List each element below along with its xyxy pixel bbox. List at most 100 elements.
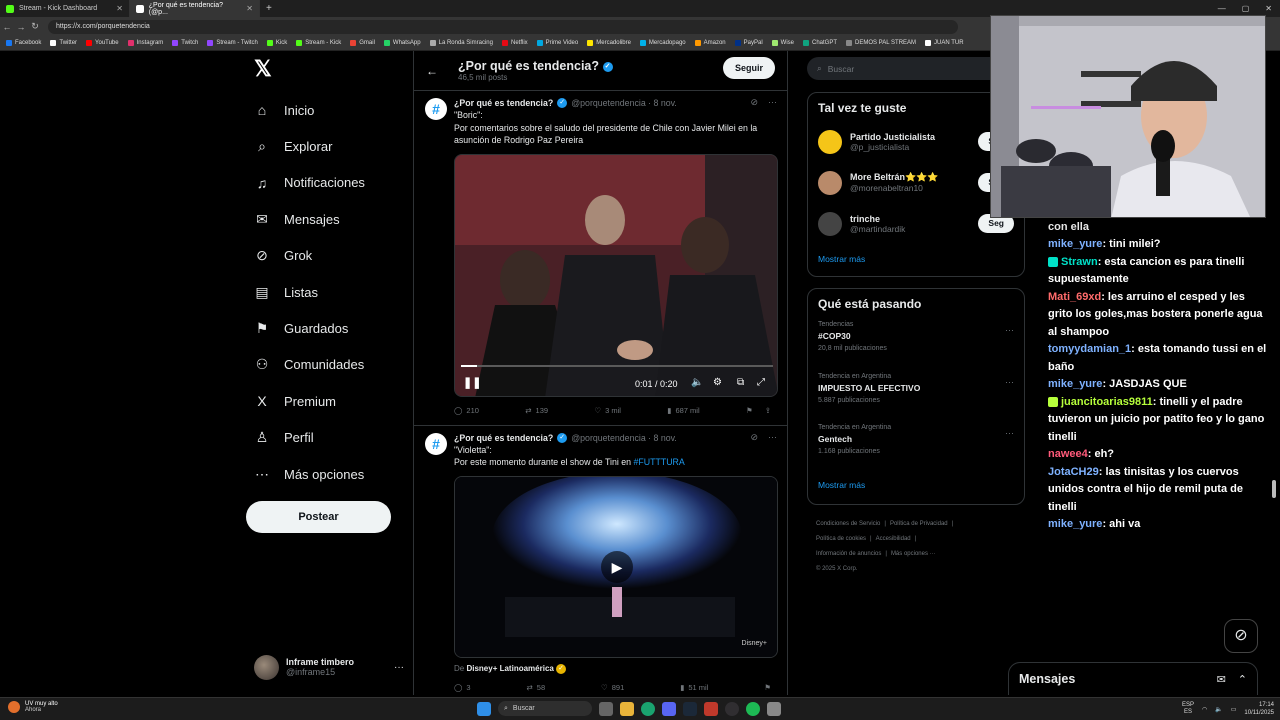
nav-item-listas[interactable]: ▤ Listas	[246, 274, 411, 310]
url-input[interactable]: https://x.com/porquetendencia	[48, 19, 958, 34]
nav-item-explorar[interactable]: ⌕ Explorar	[246, 128, 411, 164]
more-icon[interactable]: ···	[1005, 428, 1014, 438]
footer-link[interactable]: © 2025 X Corp.	[816, 566, 857, 572]
play-button[interactable]: ▶	[601, 550, 633, 583]
nav-item-comunidades[interactable]: ⚇ Comunidades	[246, 347, 411, 383]
chat-username[interactable]: mike_yure	[1048, 238, 1102, 250]
bookmark-item[interactable]: Netflix	[501, 40, 528, 46]
like-button[interactable]: ♡ 3 mil	[594, 406, 621, 415]
search-input[interactable]: ⌕ Buscar	[807, 57, 1007, 80]
task-view-icon[interactable]	[599, 701, 613, 716]
spotify-icon[interactable]	[746, 701, 760, 716]
hashtag-link[interactable]: #FUTTTURA	[633, 457, 684, 467]
bookmark-item[interactable]: Amazon	[694, 40, 726, 46]
fullscreen-icon[interactable]: ⤢	[757, 377, 765, 388]
app-icon[interactable]	[767, 701, 781, 716]
bookmark-tweet-button[interactable]: ⚑ ⇪	[746, 406, 771, 415]
trend-item[interactable]: Tendencia en Argentina Gentech 1.168 publi…	[808, 420, 1024, 472]
battery-icon[interactable]: ▭	[1231, 706, 1237, 713]
views-button[interactable]: ▮ 687 mil	[667, 406, 699, 415]
new-message-icon[interactable]: ✉	[1217, 673, 1226, 686]
more-icon[interactable]: ···	[1005, 325, 1014, 335]
tweet-handle[interactable]: @porquetendencia · 8 nov.	[571, 98, 677, 108]
obs-icon[interactable]	[725, 701, 739, 716]
settings-icon[interactable]: ⚙	[713, 377, 722, 388]
video-player[interactable]: ❚❚ 0:01 / 0:20 🔈 ⚙ ⧉ ⤢	[454, 153, 778, 397]
bookmark-tweet-button[interactable]: ⚑	[764, 683, 771, 692]
wifi-icon[interactable]: ◠	[1202, 706, 1207, 713]
nav-item-perfil[interactable]: ♙ Perfil	[246, 420, 411, 456]
volume-icon[interactable]: 🔈	[1215, 706, 1222, 713]
minimize-icon[interactable]: —	[1218, 4, 1226, 13]
bookmark-item[interactable]: PayPal	[734, 40, 763, 46]
nav-item-premium[interactable]: X Premium	[246, 383, 411, 419]
nav-item-grok[interactable]: ⊘ Grok	[246, 238, 411, 274]
tweet[interactable]: # ¿Por qué es tendencia? ✓ @porquetenden…	[414, 91, 787, 426]
nav-item-guardados[interactable]: ⚑ Guardados	[246, 310, 411, 346]
reply-button[interactable]: ◯ 210	[454, 406, 479, 415]
chat-username[interactable]: nawee4	[1048, 448, 1088, 460]
tweet-author-name[interactable]: ¿Por qué es tendencia?	[454, 433, 553, 443]
back-arrow-icon[interactable]: ←	[426, 64, 458, 78]
weather-widget[interactable]: UV muy alto Ahora	[8, 701, 58, 713]
app-icon[interactable]	[704, 701, 718, 716]
tab-kick-dashboard[interactable]: Stream - Kick Dashboard ✕	[0, 0, 130, 17]
post-button[interactable]: Postear	[246, 501, 391, 533]
bookmark-item[interactable]: Prime Video	[536, 40, 578, 46]
nav-item-mas-opciones[interactable]: ⋯ Más opciones	[246, 456, 411, 492]
chat-username[interactable]: mike_yure	[1048, 378, 1102, 390]
bookmark-item[interactable]: Stream - Kick	[296, 40, 341, 46]
nav-item-notificaciones[interactable]: ♫ Notificaciones	[246, 165, 411, 201]
reply-button[interactable]: ◯ 3	[454, 683, 471, 692]
bookmark-item[interactable]: Gmail	[350, 40, 375, 46]
tweet-handle[interactable]: @porquetendencia · 8 nov.	[571, 433, 677, 443]
bookmark-item[interactable]: YouTube	[86, 40, 119, 46]
bookmark-item[interactable]: DEMOS PAL STREAM	[846, 40, 916, 46]
more-icon[interactable]: ···	[394, 662, 404, 673]
footer-link[interactable]: Más opciones ···	[891, 551, 936, 557]
bookmark-item[interactable]: WhatsApp	[383, 40, 421, 46]
close-icon[interactable]: ✕	[246, 4, 253, 13]
bookmark-item[interactable]: Stream - Twitch	[207, 40, 258, 46]
messages-drawer[interactable]: Mensajes ✉ ⌃	[1008, 662, 1258, 695]
nav-item-mensajes[interactable]: ✉ Mensajes	[246, 201, 411, 237]
new-tab-icon[interactable]: +	[266, 3, 272, 14]
footer-link[interactable]: Política de cookies	[816, 536, 866, 542]
bookmark-item[interactable]: Twitch	[172, 40, 198, 46]
like-button[interactable]: ♡ 891	[601, 683, 624, 692]
bookmark-item[interactable]: Mercadolibre	[587, 40, 631, 46]
close-window-icon[interactable]: ✕	[1265, 4, 1272, 13]
expand-icon[interactable]: ⌃	[1238, 673, 1247, 686]
video-player[interactable]: ▶ Disney+	[454, 475, 778, 658]
repost-button[interactable]: ⇄ 139	[525, 406, 548, 415]
pause-icon[interactable]: ❚❚	[463, 376, 481, 389]
maximize-icon[interactable]: ▢	[1242, 4, 1250, 13]
volume-icon[interactable]: 🔈	[691, 377, 703, 388]
forward-icon[interactable]: →	[14, 22, 28, 32]
views-button[interactable]: ▮ 51 mil	[680, 683, 708, 692]
follow-button[interactable]: Seguir	[722, 57, 775, 79]
chat-username[interactable]: Strawn	[1061, 256, 1098, 268]
tweet-author-name[interactable]: ¿Por qué es tendencia?	[454, 98, 553, 108]
footer-link[interactable]: Información de anuncios	[816, 551, 881, 557]
bookmark-item[interactable]: La Ronda Simracing	[429, 40, 493, 46]
account-switcher[interactable]: Inframe timbero @inframe15 ···	[254, 652, 404, 682]
pip-icon[interactable]: ⧉	[737, 377, 744, 388]
bookmark-item[interactable]: JUAN TUR	[925, 40, 964, 46]
scrollbar[interactable]	[1272, 480, 1276, 498]
windows-start-icon[interactable]	[477, 701, 491, 716]
share-icon[interactable]: ⇪	[765, 406, 771, 415]
more-icon[interactable]: ···	[768, 432, 777, 443]
taskbar-search[interactable]: ⌕ Buscar	[498, 701, 592, 716]
bookmark-item[interactable]: Facebook	[6, 40, 41, 46]
grok-floating-button[interactable]: ⊘	[1224, 619, 1258, 653]
chat-username[interactable]: JotaCH29	[1048, 466, 1099, 478]
file-explorer-icon[interactable]	[620, 701, 634, 716]
reload-icon[interactable]: ↻	[28, 21, 42, 32]
close-icon[interactable]: ✕	[116, 4, 123, 13]
footer-link[interactable]: Accesibilidad	[876, 536, 911, 542]
x-logo-icon[interactable]: 𝕏	[254, 56, 411, 92]
bookmark-item[interactable]: Twitter	[50, 40, 77, 46]
language-indicator[interactable]: ESP ES	[1182, 702, 1194, 716]
chat-username[interactable]: mike_yure	[1048, 518, 1102, 530]
